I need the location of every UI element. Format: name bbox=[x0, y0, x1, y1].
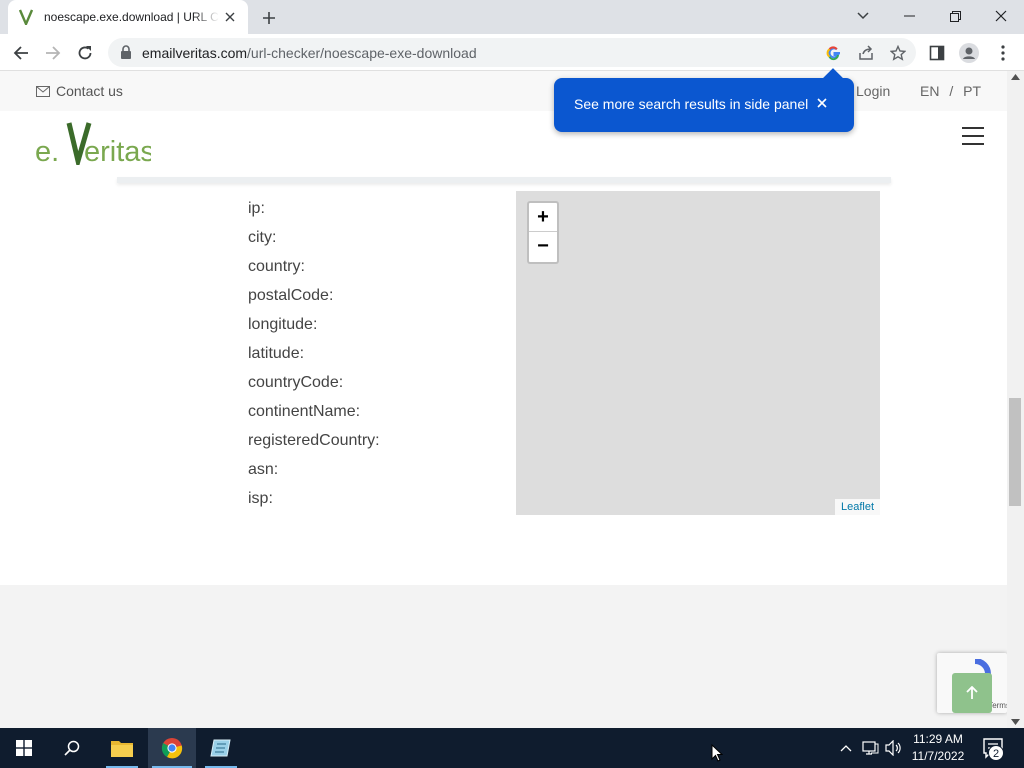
map-zoom-control: + − bbox=[527, 201, 559, 264]
clock-date: 11/7/2022 bbox=[911, 749, 965, 763]
language-switcher: EN / PT bbox=[920, 83, 981, 99]
envelope-icon bbox=[36, 85, 50, 97]
notification-count-badge: 2 bbox=[988, 745, 1004, 761]
field-registered-country: registeredCountry: bbox=[248, 432, 380, 449]
side-panel-promo-bubble: See more search results in side panel bbox=[554, 68, 854, 132]
leaflet-map[interactable]: + − Leaflet bbox=[516, 191, 880, 515]
tab-title: noescape.exe.download | URL Checker bbox=[44, 10, 219, 24]
address-bar[interactable]: emailveritas.com/url-checker/noescape-ex… bbox=[108, 38, 916, 67]
field-continent-name: continentName: bbox=[248, 403, 361, 420]
search-icon bbox=[64, 740, 80, 756]
field-postal-code: postalCode: bbox=[248, 287, 334, 304]
show-hidden-icons-chevron-icon[interactable] bbox=[836, 738, 856, 758]
reload-button[interactable] bbox=[72, 40, 98, 66]
zoom-out-button[interactable]: − bbox=[529, 232, 557, 261]
forward-button[interactable] bbox=[40, 40, 66, 66]
field-city: city: bbox=[248, 229, 277, 246]
mouse-cursor-icon bbox=[711, 744, 723, 762]
lang-separator: / bbox=[949, 83, 954, 99]
restore-button[interactable] bbox=[932, 0, 978, 32]
start-button[interactable] bbox=[0, 728, 48, 768]
scroll-up-arrow-icon[interactable] bbox=[1011, 74, 1020, 80]
leaflet-attribution-link[interactable]: Leaflet bbox=[834, 499, 880, 515]
card-bottom-edge bbox=[117, 177, 891, 183]
url-details-section: ip: city: country: postalCode: longitude… bbox=[0, 177, 1007, 585]
browser-tab-strip: noescape.exe.download | URL Checker bbox=[0, 0, 1024, 34]
lock-icon[interactable] bbox=[120, 45, 132, 64]
field-isp: isp: bbox=[248, 490, 273, 507]
login-link[interactable]: Login bbox=[856, 83, 890, 99]
popover-message: See more search results in side panel bbox=[574, 96, 809, 112]
field-country-code: countryCode: bbox=[248, 374, 344, 391]
logo-text-e: e. bbox=[35, 136, 59, 165]
menu-kebab-icon[interactable] bbox=[990, 40, 1016, 66]
tab-search-chevron-icon[interactable] bbox=[840, 0, 886, 32]
everitas-logo[interactable]: e. eritas bbox=[35, 121, 155, 171]
bookmark-star-icon[interactable] bbox=[888, 43, 908, 63]
search-button[interactable] bbox=[48, 728, 96, 768]
file-explorer-button[interactable] bbox=[98, 728, 146, 768]
ip-info-fields: ip: city: country: postalCode: longitude… bbox=[248, 199, 380, 518]
popover-close-icon[interactable] bbox=[814, 95, 830, 111]
back-button[interactable] bbox=[8, 40, 34, 66]
chrome-icon bbox=[161, 738, 183, 759]
lang-en-link[interactable]: EN bbox=[920, 83, 939, 99]
google-lens-icon[interactable] bbox=[824, 43, 844, 63]
field-latitude: latitude: bbox=[248, 345, 305, 362]
notepad-icon bbox=[210, 739, 231, 757]
zoom-in-button[interactable]: + bbox=[529, 203, 557, 232]
volume-icon[interactable] bbox=[884, 738, 904, 758]
folder-icon bbox=[111, 741, 133, 757]
scroll-to-top-button[interactable] bbox=[952, 673, 992, 713]
page-scrollbar[interactable] bbox=[1007, 71, 1024, 728]
clock-time: 11:29 AM bbox=[913, 732, 963, 746]
notepad-taskbar-button[interactable] bbox=[197, 728, 245, 768]
field-longitude: longitude: bbox=[248, 316, 318, 333]
footer-spacer bbox=[0, 585, 1007, 728]
profile-avatar-icon[interactable] bbox=[956, 40, 982, 66]
share-icon[interactable] bbox=[856, 43, 876, 63]
field-country: country: bbox=[248, 258, 305, 275]
lang-pt-link[interactable]: PT bbox=[963, 83, 981, 99]
url-text[interactable]: emailveritas.com/url-checker/noescape-ex… bbox=[142, 45, 477, 61]
browser-toolbar: emailveritas.com/url-checker/noescape-ex… bbox=[0, 34, 1024, 71]
side-panel-icon[interactable] bbox=[924, 40, 950, 66]
browser-tab[interactable]: noescape.exe.download | URL Checker bbox=[8, 0, 248, 34]
hamburger-menu-icon[interactable] bbox=[962, 127, 984, 145]
scroll-down-arrow-icon[interactable] bbox=[1011, 719, 1020, 725]
tab-close-icon[interactable] bbox=[222, 9, 238, 25]
windows-logo-icon bbox=[16, 740, 32, 756]
windows-taskbar: 11:29 AM 11/7/2022 2 bbox=[0, 728, 1024, 768]
site-favicon-icon bbox=[18, 9, 34, 25]
close-window-button[interactable] bbox=[978, 0, 1024, 32]
contact-us-label: Contact us bbox=[56, 83, 123, 99]
arrow-up-icon bbox=[966, 686, 978, 699]
contact-us-link[interactable]: Contact us bbox=[36, 83, 123, 99]
site-topbar: Contact us Login EN / PT bbox=[0, 71, 1007, 111]
system-clock[interactable]: 11:29 AM 11/7/2022 bbox=[906, 731, 970, 765]
logo-text-rest: eritas bbox=[84, 136, 151, 165]
minimize-button[interactable] bbox=[886, 0, 932, 32]
new-tab-button[interactable] bbox=[258, 7, 280, 29]
scrollbar-thumb[interactable] bbox=[1009, 398, 1021, 506]
field-asn: asn: bbox=[248, 461, 279, 478]
network-icon[interactable] bbox=[860, 738, 880, 758]
field-ip: ip: bbox=[248, 200, 265, 217]
site-header: e. eritas bbox=[0, 111, 1007, 177]
chrome-taskbar-button[interactable] bbox=[148, 728, 196, 768]
web-page: Contact us Login EN / PT e. eritas ip: c… bbox=[0, 71, 1007, 728]
